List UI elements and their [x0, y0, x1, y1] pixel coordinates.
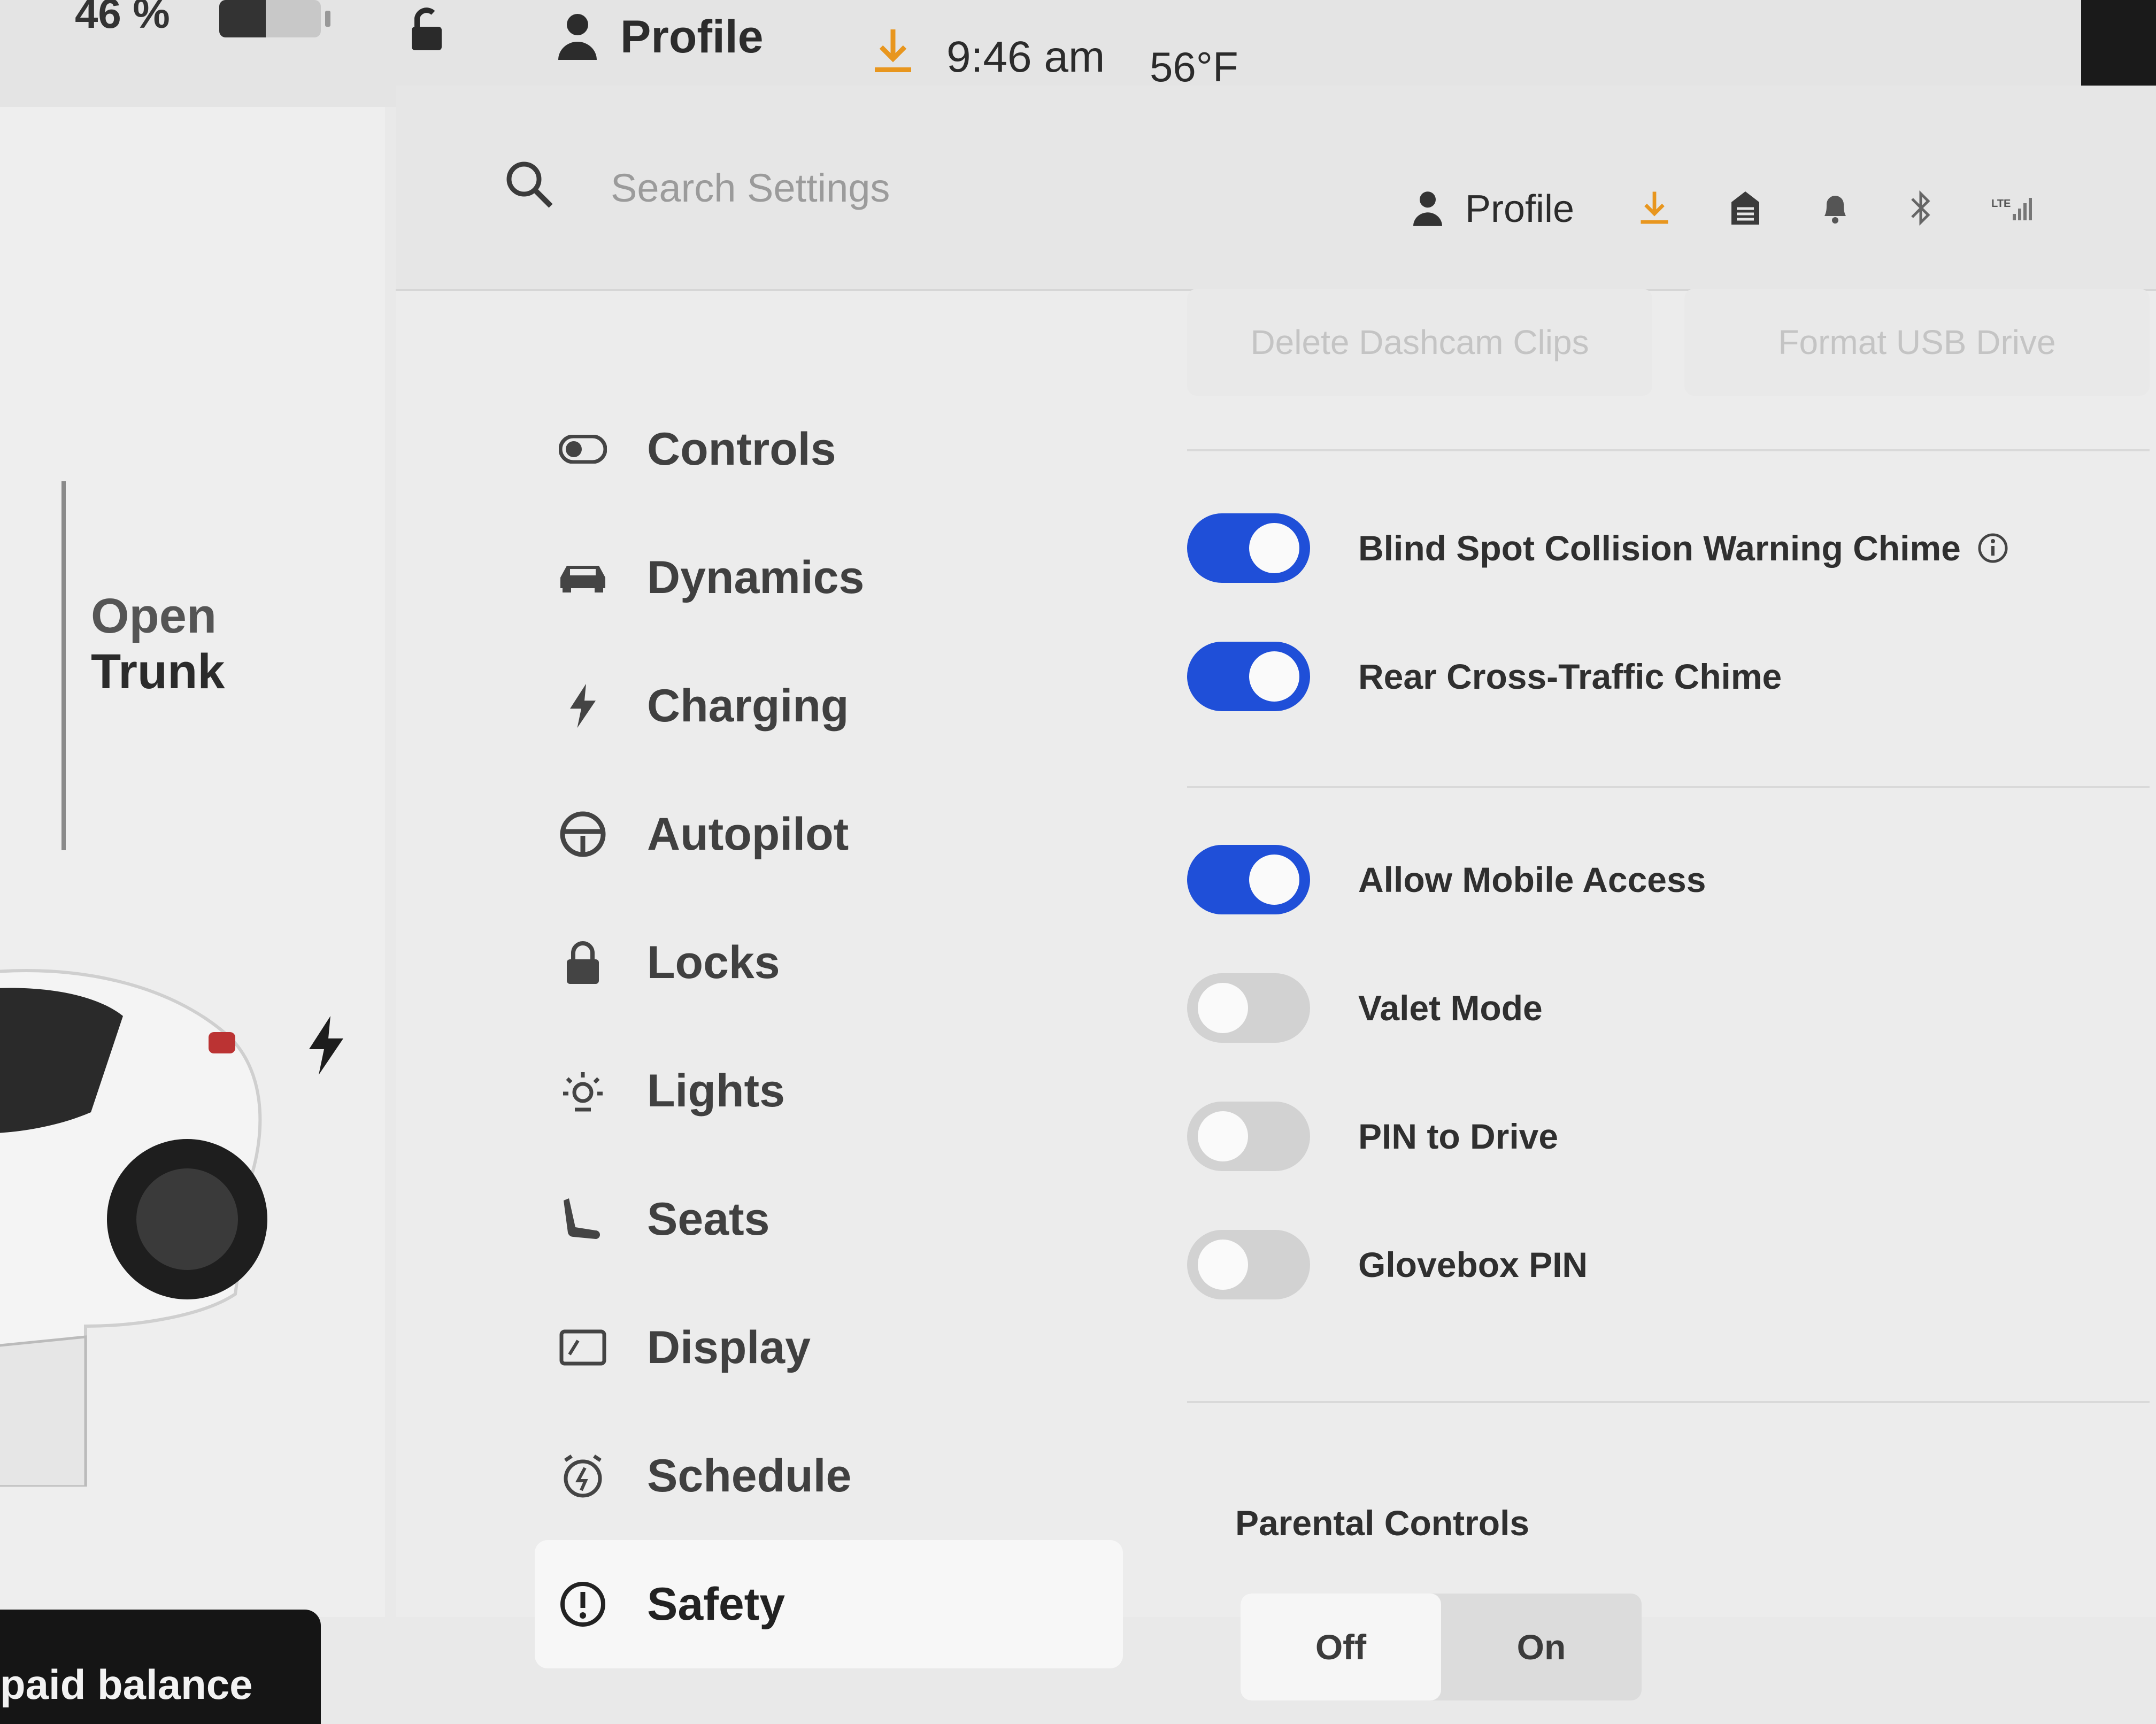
allow-mobile-access-toggle[interactable]	[1187, 845, 1310, 914]
setting-label: Blind Spot Collision Warning Chime	[1358, 528, 1961, 568]
nav-item-label: Dynamics	[647, 551, 865, 603]
alert-circle-icon	[556, 1580, 610, 1628]
lte-signal-icon: LTE	[1991, 198, 2032, 220]
header-profile-label: Profile	[1465, 188, 1575, 230]
setting-label: Rear Cross-Traffic Chime	[1358, 657, 1782, 696]
setting-row: Valet Mode	[1187, 973, 1543, 1043]
settings-header: Profile	[396, 86, 2156, 291]
search-icon[interactable]	[503, 158, 556, 214]
nav-item-label: Controls	[647, 423, 836, 475]
car-icon	[556, 561, 610, 594]
download-icon[interactable]	[872, 27, 914, 78]
nav-item-schedule[interactable]: Schedule	[535, 1412, 1123, 1540]
charge-port-bolt-icon[interactable]	[305, 1016, 348, 1078]
status-profile-label: Profile	[620, 11, 764, 63]
setting-row: PIN to Drive	[1187, 1102, 1558, 1171]
balance-text: paid balance	[0, 1661, 253, 1708]
bell-icon[interactable]	[1820, 190, 1850, 228]
light-icon	[556, 1067, 610, 1115]
nav-item-label: Schedule	[647, 1450, 852, 1502]
setting-label: Valet Mode	[1358, 988, 1543, 1028]
nav-item-controls[interactable]: Controls	[535, 385, 1123, 513]
open-trunk-line1: Open	[91, 589, 217, 643]
parental-controls-title: Parental Controls	[1235, 1503, 1530, 1543]
nav-item-display[interactable]: Display	[535, 1283, 1123, 1412]
status-profile-button[interactable]: Profile	[556, 11, 764, 64]
search-input[interactable]	[610, 160, 1093, 215]
open-trunk-line2: Trunk	[91, 644, 225, 699]
nav-item-label: Autopilot	[647, 808, 849, 860]
setting-row: Blind Spot Collision Warning Chime	[1187, 513, 2009, 583]
nav-item-dynamics[interactable]: Dynamics	[535, 513, 1123, 642]
nav-item-autopilot[interactable]: Autopilot	[535, 770, 1123, 898]
setting-label: Allow Mobile Access	[1358, 860, 1706, 899]
nav-item-label: Locks	[647, 936, 780, 988]
nav-item-label: Seats	[647, 1193, 770, 1245]
nav-item-label: Display	[647, 1321, 811, 1373]
unpaid-balance-banner[interactable]: paid balance	[0, 1610, 321, 1724]
bluetooth-icon[interactable]	[1909, 189, 1932, 229]
open-trunk-button[interactable]: Open Trunk	[91, 588, 225, 699]
nav-item-locks[interactable]: Locks	[535, 898, 1123, 1027]
lock-icon	[556, 940, 610, 985]
setting-row: Rear Cross-Traffic Chime	[1187, 642, 1782, 711]
nav-item-label: Safety	[647, 1578, 786, 1630]
battery-percent: 46 %	[75, 0, 170, 37]
bolt-icon	[556, 682, 610, 730]
parental-controls-on-option[interactable]: On	[1441, 1594, 1642, 1700]
setting-label: PIN to Drive	[1358, 1117, 1559, 1156]
settings-nav: Controls Dynamics Charging Autopilot Loc…	[535, 385, 1123, 1668]
valet-mode-toggle[interactable]	[1187, 973, 1310, 1043]
dashcam-buttons: Delete Dashcam Clips Format USB Drive	[1187, 289, 2150, 396]
person-icon	[1412, 189, 1444, 229]
vehicle-pane: Open Trunk paid balance	[0, 107, 385, 1724]
format-usb-drive-button[interactable]: Format USB Drive	[1684, 289, 2150, 396]
parental-controls-off-option[interactable]: Off	[1241, 1594, 1441, 1700]
setting-row: Allow Mobile Access	[1187, 845, 1706, 914]
divider	[1187, 786, 2150, 788]
nav-item-safety[interactable]: Safety	[535, 1540, 1123, 1668]
divider	[1187, 1401, 2150, 1403]
nav-item-lights[interactable]: Lights	[535, 1027, 1123, 1155]
toggle-icon	[556, 435, 610, 464]
blind-spot-chime-toggle[interactable]	[1187, 513, 1310, 583]
setting-row: Glovebox PIN	[1187, 1230, 1588, 1299]
divider	[1187, 449, 2150, 451]
download-icon[interactable]	[1638, 188, 1670, 230]
person-icon	[556, 12, 599, 63]
car-image	[0, 952, 278, 1489]
glovebox-pin-toggle[interactable]	[1187, 1230, 1310, 1299]
steering-wheel-icon	[556, 810, 610, 858]
info-icon[interactable]	[1977, 532, 2009, 564]
nav-item-label: Charging	[647, 680, 849, 732]
seat-icon	[556, 1195, 610, 1243]
lte-label: LTE	[1991, 198, 2011, 210]
garage-icon[interactable]	[1729, 189, 1761, 229]
display-icon	[556, 1329, 610, 1366]
clock: 9:46 am	[946, 33, 1105, 81]
pane-divider	[61, 481, 66, 850]
nav-item-charging[interactable]: Charging	[535, 642, 1123, 770]
settings-panel: Profile	[396, 86, 2156, 1700]
setting-label: Glovebox PIN	[1358, 1245, 1588, 1284]
pin-to-drive-toggle[interactable]	[1187, 1102, 1310, 1171]
header-profile-button[interactable]: Profile	[1412, 187, 1574, 231]
outside-temperature: 56°F	[1150, 43, 1238, 90]
unlocked-icon[interactable]	[406, 5, 455, 56]
header-icons: Profile LTE	[1412, 187, 2032, 231]
rear-cross-traffic-chime-toggle[interactable]	[1187, 642, 1310, 711]
battery-icon	[219, 0, 330, 37]
nav-item-seats[interactable]: Seats	[535, 1155, 1123, 1283]
schedule-icon	[556, 1452, 610, 1500]
nav-item-label: Lights	[647, 1065, 785, 1117]
delete-dashcam-clips-button[interactable]: Delete Dashcam Clips	[1187, 289, 1652, 396]
parental-controls-selector: Off On	[1241, 1594, 1642, 1700]
